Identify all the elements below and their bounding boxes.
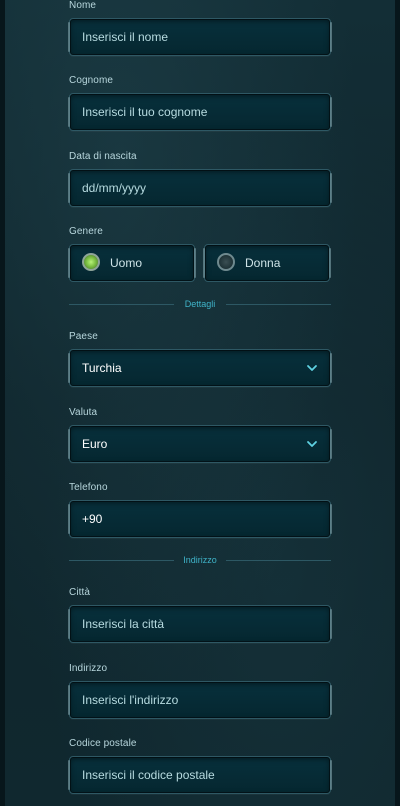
radio-button-icon (217, 253, 235, 271)
indirizzo-label: Indirizzo (69, 663, 108, 674)
genere-option-donna[interactable]: Donna (203, 244, 331, 282)
cognome-placeholder: Inserisci il tuo cognome (82, 105, 208, 119)
genere-uomo-label: Uomo (110, 256, 143, 270)
citta-input[interactable]: Inserisci la città (68, 605, 332, 643)
indirizzo-input[interactable]: Inserisci l'indirizzo (68, 681, 332, 719)
codice-postale-placeholder: Inserisci il codice postale (82, 768, 215, 782)
nome-input[interactable]: Inserisci il nome (68, 18, 332, 56)
valuta-label: Valuta (69, 407, 98, 418)
citta-placeholder: Inserisci la città (82, 617, 165, 631)
valuta-value: Euro (82, 437, 108, 451)
telefono-label: Telefono (69, 482, 108, 493)
registration-form-page: Nome Inserisci il nome Cognome Inserisci… (0, 0, 400, 806)
paese-label: Paese (69, 331, 98, 342)
genere-donna-label: Donna (245, 256, 281, 270)
data-nascita-label: Data di nascita (69, 151, 137, 162)
citta-label: Città (69, 587, 91, 598)
telefono-input[interactable]: +90 (68, 500, 332, 538)
codice-postale-label: Codice postale (69, 738, 137, 749)
paese-value: Turchia (82, 361, 122, 375)
section-divider-indirizzo: Indirizzo (69, 554, 331, 566)
nome-label: Nome (69, 0, 97, 11)
left-frame-border (0, 0, 5, 806)
data-nascita-input[interactable]: dd/mm/yyyy (68, 169, 332, 207)
paese-select[interactable]: Turchia (68, 349, 332, 387)
telefono-value: +90 (82, 512, 103, 526)
data-nascita-placeholder: dd/mm/yyyy (82, 181, 147, 195)
genere-label: Genere (69, 226, 103, 237)
section-divider-dettagli: Dettagli (69, 298, 331, 310)
cognome-input[interactable]: Inserisci il tuo cognome (68, 93, 332, 131)
cognome-label: Cognome (69, 75, 114, 86)
valuta-select[interactable]: Euro (68, 425, 332, 463)
nome-placeholder: Inserisci il nome (82, 30, 169, 44)
genere-option-uomo[interactable]: Uomo (68, 244, 196, 282)
codice-postale-input[interactable]: Inserisci il codice postale (68, 756, 332, 794)
section-title-indirizzo: Indirizzo (183, 555, 217, 565)
section-title-dettagli: Dettagli (184, 299, 216, 309)
right-frame-border (395, 0, 400, 806)
indirizzo-placeholder: Inserisci l'indirizzo (82, 693, 179, 707)
chevron-down-icon (307, 365, 317, 371)
chevron-down-icon (307, 441, 317, 447)
radio-button-icon (82, 253, 100, 271)
